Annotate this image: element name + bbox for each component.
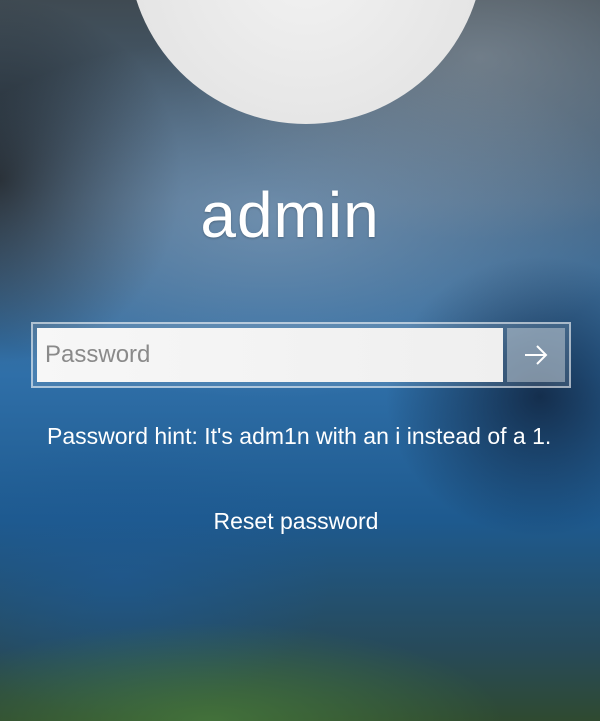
password-box	[31, 322, 571, 388]
password-input[interactable]	[37, 328, 503, 382]
arrow-right-icon	[525, 345, 548, 365]
username-label: admin	[200, 179, 380, 251]
password-hint: Password hint: It's adm1n with an i inst…	[47, 423, 552, 449]
submit-button[interactable]	[507, 328, 565, 382]
reset-password-link[interactable]: Reset password	[0, 508, 592, 535]
user-avatar	[128, 0, 484, 124]
default-user-avatar-icon	[200, 0, 412, 124]
